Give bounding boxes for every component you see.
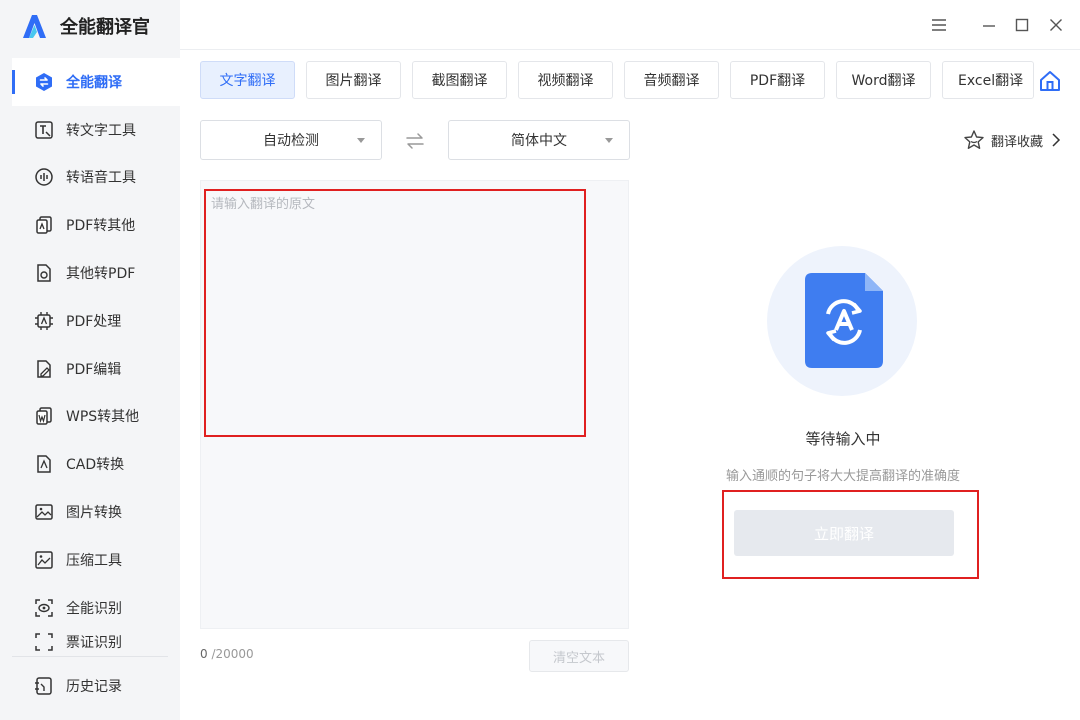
- favorites-link[interactable]: 翻译收藏: [963, 129, 1061, 151]
- tab-excel-translate[interactable]: Excel翻译: [942, 61, 1034, 99]
- maximize-icon: [1015, 18, 1029, 32]
- star-icon: [964, 130, 984, 149]
- sidebar-item-label: 压缩工具: [66, 552, 122, 569]
- pdf-process-icon: [34, 311, 54, 331]
- source-language-value: 自动检测: [263, 133, 319, 149]
- to-pdf-icon: [34, 263, 54, 283]
- wps-icon: [34, 406, 54, 426]
- sidebar-item-label: PDF转其他: [66, 218, 136, 235]
- text-tool-icon: [34, 120, 54, 140]
- sidebar-item-ticket-recognize[interactable]: 票证识别: [0, 632, 180, 652]
- annotation-box-button: [722, 490, 979, 579]
- swap-languages-button[interactable]: [404, 131, 426, 151]
- scan-eye-icon: [34, 598, 54, 618]
- swap-icon: [406, 133, 424, 149]
- tab-text-translate[interactable]: 文字翻译: [200, 61, 295, 99]
- sidebar-item-text-tool[interactable]: 转文字工具: [0, 106, 180, 154]
- history-icon: [34, 676, 54, 696]
- tab-audio-translate[interactable]: 音频翻译: [624, 61, 719, 99]
- sidebar-item-image-convert[interactable]: 图片转换: [0, 488, 180, 536]
- logo-icon: [23, 15, 46, 38]
- menu-button[interactable]: [928, 14, 950, 36]
- sidebar-item-label: 图片转换: [66, 505, 122, 522]
- translate-document-icon: [805, 273, 883, 368]
- home-icon: [1040, 71, 1060, 91]
- translate-swap-icon: [34, 72, 54, 92]
- header-divider: [180, 49, 1080, 50]
- sidebar-item-label: 转语音工具: [66, 170, 136, 187]
- translate-tabs: 文字翻译 图片翻译 截图翻译 视频翻译 音频翻译 PDF翻译 Word翻译 Ex…: [200, 61, 1034, 99]
- minimize-icon: [983, 25, 995, 27]
- char-counter: 0 /20000: [200, 647, 254, 661]
- char-limit: /20000: [207, 647, 254, 661]
- sidebar-item-label: 全能识别: [66, 600, 122, 617]
- sidebar-item-label: 转文字工具: [66, 122, 136, 139]
- source-language-select[interactable]: 自动检测: [200, 120, 382, 160]
- sidebar-item-label: PDF编辑: [66, 361, 122, 378]
- target-language-value: 简体中文: [511, 133, 567, 149]
- app-logo: 全能翻译官: [20, 10, 150, 42]
- sidebar-item-voice-tool[interactable]: 转语音工具: [0, 154, 180, 202]
- pdf-edit-icon: [34, 359, 54, 379]
- sidebar-item-cad-convert[interactable]: CAD转换: [0, 440, 180, 488]
- sidebar-item-pdf-process[interactable]: PDF处理: [0, 297, 180, 345]
- sidebar-item-label: 其他转PDF: [66, 266, 136, 283]
- char-count: 0: [200, 647, 208, 661]
- sidebar-item-label: 票证识别: [66, 634, 122, 651]
- image-icon: [34, 502, 54, 522]
- history-label: 历史记录: [66, 679, 122, 695]
- close-icon: [1050, 19, 1062, 31]
- chevron-down-icon: [357, 138, 365, 143]
- tab-pdf-translate[interactable]: PDF翻译: [730, 61, 825, 99]
- favorites-label: 翻译收藏: [991, 134, 1044, 150]
- hamburger-icon: [932, 19, 946, 31]
- minimize-button[interactable]: [978, 14, 1000, 36]
- tab-image-translate[interactable]: 图片翻译: [306, 61, 401, 99]
- sidebar-item-label: PDF处理: [66, 313, 122, 330]
- sidebar-item-label: 全能翻译: [66, 74, 122, 91]
- status-text: 等待输入中: [805, 430, 881, 448]
- close-button[interactable]: [1045, 14, 1067, 36]
- maximize-button[interactable]: [1011, 14, 1033, 36]
- cad-icon: [34, 454, 54, 474]
- tab-video-translate[interactable]: 视频翻译: [518, 61, 613, 99]
- sidebar-divider: [12, 656, 168, 657]
- tab-screenshot-translate[interactable]: 截图翻译: [412, 61, 507, 99]
- sidebar-item-history[interactable]: 历史记录: [0, 662, 180, 710]
- sidebar-nav: 全能翻译 转文字工具 转语音工具 PDF转其他 其他转PDF PDF处理 PDF…: [0, 58, 180, 652]
- sidebar-item-wps-to-other[interactable]: WPS转其他: [0, 393, 180, 441]
- sidebar: 全能翻译官 全能翻译 转文字工具 转语音工具 PDF转其他 其他转PDF PDF…: [0, 0, 180, 720]
- clear-text-button[interactable]: 清空文本: [529, 640, 629, 672]
- compress-icon: [34, 550, 54, 570]
- app-title: 全能翻译官: [60, 17, 150, 38]
- sidebar-item-all-recognize[interactable]: 全能识别: [0, 584, 180, 632]
- ticket-icon: [34, 632, 54, 652]
- pdf-convert-icon: [34, 215, 54, 235]
- annotation-box-input: [204, 189, 586, 437]
- chevron-down-icon: [605, 138, 613, 143]
- home-button[interactable]: [1038, 69, 1062, 93]
- sidebar-item-pdf-to-other[interactable]: PDF转其他: [0, 201, 180, 249]
- sidebar-item-other-to-pdf[interactable]: 其他转PDF: [0, 249, 180, 297]
- sidebar-item-compress[interactable]: 压缩工具: [0, 536, 180, 584]
- sidebar-item-all-translate[interactable]: 全能翻译: [12, 58, 180, 106]
- sidebar-item-label: WPS转其他: [66, 409, 140, 426]
- target-language-select[interactable]: 简体中文: [448, 120, 630, 160]
- app-window: 全能翻译官 全能翻译 转文字工具 转语音工具 PDF转其他 其他转PDF PDF…: [0, 0, 1080, 720]
- sidebar-item-label: CAD转换: [66, 457, 125, 474]
- sidebar-item-pdf-edit[interactable]: PDF编辑: [0, 345, 180, 393]
- voice-icon: [34, 167, 54, 187]
- chevron-right-icon: [1052, 133, 1061, 147]
- hint-text: 输入通顺的句子将大大提高翻译的准确度: [725, 469, 960, 484]
- tab-word-translate[interactable]: Word翻译: [836, 61, 931, 99]
- waiting-illustration: [767, 246, 917, 396]
